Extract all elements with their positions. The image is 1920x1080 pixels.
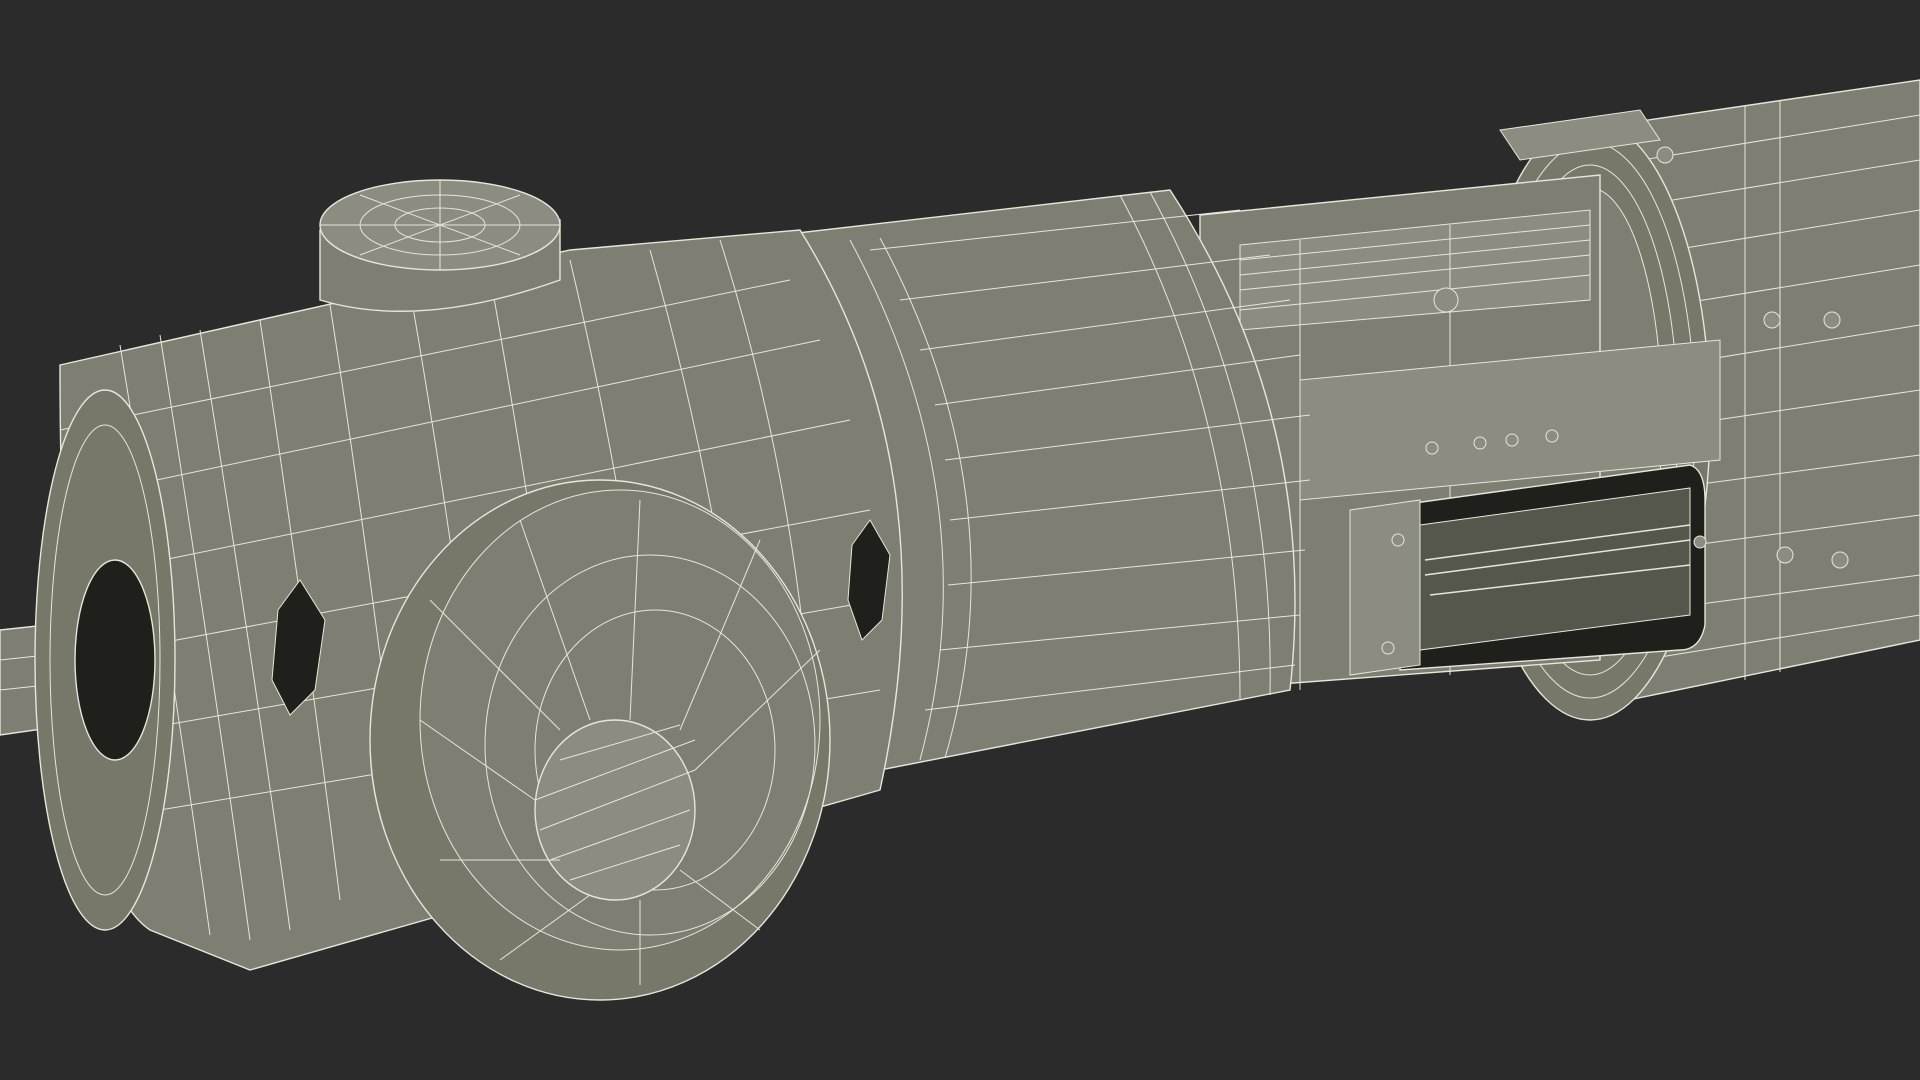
housing-screw-icon: [1433, 287, 1459, 313]
round-cap: [369, 479, 831, 1001]
cap-center: [534, 719, 696, 901]
top-knob: [319, 179, 561, 312]
viewport: [0, 0, 1920, 1080]
wireframe-render: [0, 0, 1920, 1080]
